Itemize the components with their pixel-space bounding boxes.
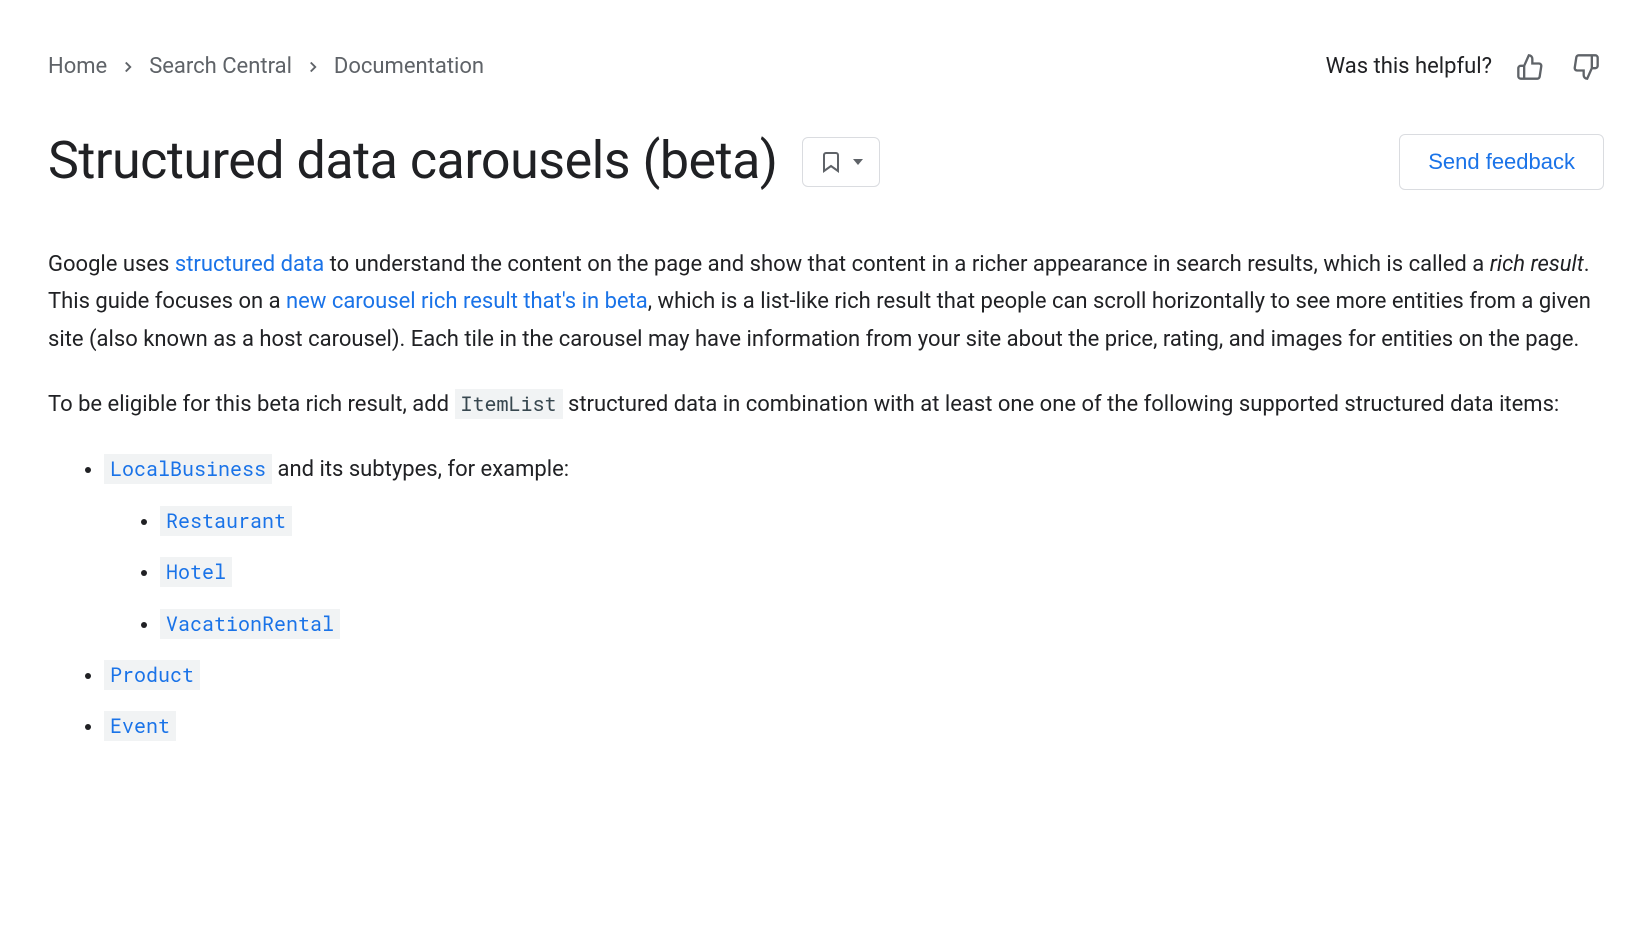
list-item: Event: [104, 708, 1604, 745]
breadcrumb-search-central[interactable]: Search Central: [149, 48, 292, 85]
bookmark-button[interactable]: [802, 137, 880, 187]
thumbs-down-button[interactable]: [1568, 49, 1604, 85]
chevron-right-icon: [119, 58, 137, 76]
text-fragment: structured data in combination with at l…: [563, 392, 1560, 417]
send-feedback-button[interactable]: Send feedback: [1399, 134, 1604, 190]
beta-carousel-link[interactable]: new carousel rich result that's in beta: [286, 289, 648, 314]
chevron-right-icon: [304, 58, 322, 76]
restaurant-code-link[interactable]: Restaurant: [160, 506, 292, 536]
helpful-label: Was this helpful?: [1326, 48, 1492, 85]
paragraph-intro: Google uses structured data to understan…: [48, 246, 1604, 358]
text-fragment: Google uses: [48, 252, 175, 277]
subtypes-list: Restaurant Hotel VacationRental: [104, 503, 1604, 643]
text-fragment: To be eligible for this beta rich result…: [48, 392, 455, 417]
vacationrental-code-link[interactable]: VacationRental: [160, 609, 340, 639]
paragraph-eligibility: To be eligible for this beta rich result…: [48, 386, 1604, 423]
event-code-link[interactable]: Event: [104, 711, 176, 741]
thumbs-up-icon: [1516, 53, 1544, 81]
hotel-code-link[interactable]: Hotel: [160, 557, 232, 587]
bookmark-icon: [819, 150, 843, 174]
list-item: Product: [104, 657, 1604, 694]
itemlist-code: ItemList: [455, 389, 563, 419]
list-item: LocalBusiness and its subtypes, for exam…: [104, 451, 1604, 643]
breadcrumb: Home Search Central Documentation: [48, 48, 484, 85]
rich-result-emphasis: rich result: [1490, 252, 1584, 277]
list-item: Restaurant: [160, 503, 1604, 540]
thumbs-down-icon: [1572, 53, 1600, 81]
localbusiness-code-link[interactable]: LocalBusiness: [104, 454, 272, 484]
page-title: Structured data carousels (beta): [48, 117, 778, 205]
list-item: Hotel: [160, 554, 1604, 591]
breadcrumb-documentation[interactable]: Documentation: [334, 48, 484, 85]
caret-down-icon: [853, 159, 863, 165]
text-fragment: to understand the content on the page an…: [324, 252, 1490, 277]
list-item: VacationRental: [160, 606, 1604, 643]
breadcrumb-home[interactable]: Home: [48, 48, 107, 85]
supported-types-list: LocalBusiness and its subtypes, for exam…: [48, 451, 1604, 745]
helpful-section: Was this helpful?: [1326, 48, 1604, 85]
text-fragment: and its subtypes, for example:: [272, 457, 569, 482]
thumbs-up-button[interactable]: [1512, 49, 1548, 85]
product-code-link[interactable]: Product: [104, 660, 200, 690]
structured-data-link[interactable]: structured data: [175, 252, 324, 277]
